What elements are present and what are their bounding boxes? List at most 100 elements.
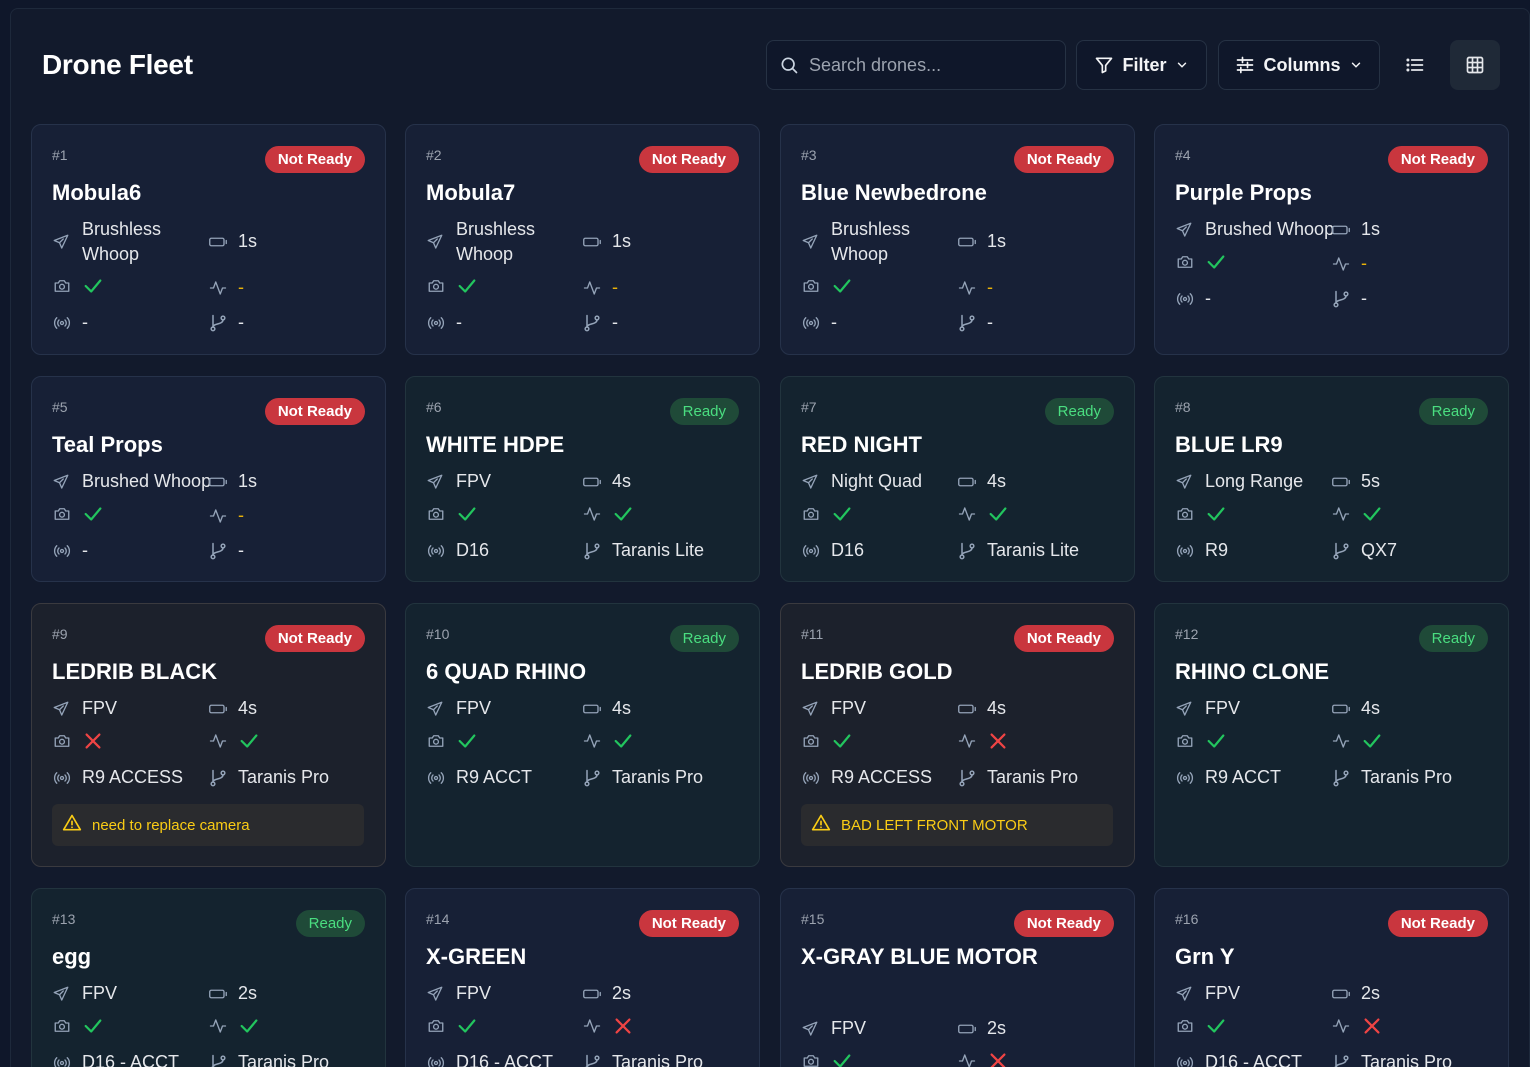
radio-value: - xyxy=(238,540,244,560)
receiver-field: - xyxy=(801,310,837,335)
drone-name: RHINO CLONE xyxy=(1175,659,1329,684)
drone-card[interactable]: #11 Not Ready LEDRIB GOLD FPV 4s R9 ACCESS Tar… xyxy=(780,603,1135,867)
camera-field xyxy=(801,1050,861,1067)
receiver-value: D16 - ACCT xyxy=(1205,1052,1303,1067)
video-field xyxy=(957,1050,1017,1067)
search-box[interactable] xyxy=(766,40,1066,90)
radio-value: Taranis Pro xyxy=(238,1052,330,1067)
drone-card[interactable]: #1 Not Ready Mobula6 Brushless Whoop 1s - - - xyxy=(31,124,386,355)
maintenance-note: BAD LEFT FRONT MOTOR xyxy=(801,804,1113,846)
video-signal-icon xyxy=(1331,505,1361,523)
check-icon xyxy=(456,730,486,752)
camera-field xyxy=(1175,503,1235,525)
battery-value: 1s xyxy=(612,231,632,251)
status-badge: Not Ready xyxy=(1013,910,1114,937)
status-badge: Ready xyxy=(295,910,365,937)
radio-field: Taranis Lite xyxy=(582,538,704,563)
battery-value: 2s xyxy=(612,983,632,1003)
video-value: - xyxy=(238,505,244,525)
radio-value: - xyxy=(238,312,244,332)
list-view-button[interactable] xyxy=(1390,40,1440,90)
type-field: FPV xyxy=(1175,981,1240,1006)
battery-value: 4s xyxy=(987,698,1007,718)
receiver-value: - xyxy=(82,312,88,332)
drone-card[interactable]: #14 Not Ready X-GREEN FPV 2s D16 - ACCT Tarani… xyxy=(405,888,760,1067)
receiver-value: D16 - ACCT xyxy=(82,1052,180,1067)
drone-card[interactable]: #15Not ReadyX-GRAY BLUE MOTORFPV2sD16 - … xyxy=(780,888,1135,1067)
video-value: - xyxy=(987,277,993,297)
search-icon xyxy=(781,57,798,74)
check-icon xyxy=(456,275,486,297)
drone-card[interactable]: #9 Not Ready LEDRIB BLACK FPV 4s R9 ACCESS Tar… xyxy=(31,603,386,867)
radio-field: - xyxy=(1331,286,1367,311)
receiver-field: R9 xyxy=(1175,538,1228,563)
drone-type-icon xyxy=(52,473,82,491)
radio-field: - xyxy=(957,310,993,335)
status-badge: Not Ready xyxy=(1013,146,1114,173)
battery-icon xyxy=(582,233,612,251)
type-field: FPV xyxy=(801,696,866,721)
radio-field: Taranis Lite xyxy=(957,538,1079,563)
drone-card[interactable]: #8 Ready BLUE LR9 Long Range 5s R9 QX7 xyxy=(1154,376,1509,582)
drone-name: Teal Props xyxy=(52,432,163,457)
camera-icon xyxy=(801,505,831,523)
filter-button[interactable]: Filter xyxy=(1076,40,1207,90)
drone-card[interactable]: #16 Not Ready Grn Y FPV 2s D16 - ACCT Taranis … xyxy=(1154,888,1509,1067)
drone-card[interactable]: #10 Ready 6 QUAD RHINO FPV 4s R9 ACCT Taranis … xyxy=(405,603,760,867)
video-signal-icon xyxy=(957,279,987,297)
battery-field: 4s xyxy=(582,469,631,494)
radio-transmitter-icon xyxy=(582,1053,612,1067)
battery-field: 2s xyxy=(1331,981,1380,1006)
drone-card[interactable]: #13 Ready egg FPV 2s D16 - ACCT Taranis Pro xyxy=(31,888,386,1067)
drone-card[interactable]: #7 Ready RED NIGHT Night Quad 4s D16 Taranis L… xyxy=(780,376,1135,582)
video-field xyxy=(208,730,268,752)
battery-icon xyxy=(957,473,987,491)
drone-card[interactable]: #6 Ready WHITE HDPE FPV 4s D16 Taranis Lite xyxy=(405,376,760,582)
radio-value: - xyxy=(612,312,618,332)
camera-field xyxy=(1175,730,1235,752)
list-icon xyxy=(1406,58,1424,72)
receiver-icon xyxy=(52,542,82,560)
drone-name: Purple Props xyxy=(1175,180,1312,205)
camera-field xyxy=(52,275,112,297)
drone-card[interactable]: #2 Not Ready Mobula7 Brushless Whoop 1s - - - xyxy=(405,124,760,355)
battery-field: 2s xyxy=(208,981,257,1006)
columns-button[interactable]: Columns xyxy=(1218,40,1380,90)
video-signal-icon xyxy=(208,732,238,750)
radio-value: Taranis Pro xyxy=(1361,767,1453,787)
grid-view-button[interactable] xyxy=(1450,40,1500,90)
type-value: FPV xyxy=(1205,983,1241,1003)
camera-field xyxy=(52,730,112,752)
camera-field xyxy=(426,503,486,525)
battery-value: 1s xyxy=(987,231,1007,251)
check-icon xyxy=(1205,1015,1235,1037)
drone-card[interactable]: #3 Not Ready Blue Newbedrone Brushless Whoo… xyxy=(780,124,1135,355)
type-value: Night Quad xyxy=(831,471,923,491)
battery-icon xyxy=(208,233,238,251)
drone-card[interactable]: #4 Not Ready Purple Props Brushed Whoop 1s - -… xyxy=(1154,124,1509,355)
video-field xyxy=(1331,730,1391,752)
radio-transmitter-icon xyxy=(582,541,612,561)
check-icon xyxy=(987,503,1017,525)
radio-value: Taranis Pro xyxy=(612,1052,704,1067)
check-icon xyxy=(82,275,112,297)
camera-field xyxy=(426,1015,486,1037)
check-icon xyxy=(1205,251,1235,273)
drone-name: WHITE HDPE xyxy=(426,432,565,457)
drone-type-icon xyxy=(801,1020,831,1038)
receiver-value: - xyxy=(82,540,88,560)
type-value: FPV xyxy=(456,471,492,491)
radio-transmitter-icon xyxy=(1331,541,1361,561)
status-badge: Ready xyxy=(1418,398,1488,425)
sliders-icon xyxy=(1237,56,1254,74)
drone-number: #7 xyxy=(801,399,817,415)
search-input[interactable] xyxy=(809,54,1049,76)
battery-value: 4s xyxy=(612,471,632,491)
drone-card[interactable]: #12 Ready RHINO CLONE FPV 4s R9 ACCT Taranis P… xyxy=(1154,603,1509,867)
camera-icon xyxy=(801,732,831,750)
battery-icon xyxy=(957,1020,987,1038)
battery-value: 2s xyxy=(1361,983,1381,1003)
drone-name: LEDRIB GOLD xyxy=(801,659,953,684)
drone-card[interactable]: #5 Not Ready Teal Props Brushed Whoop 1s - - - xyxy=(31,376,386,582)
type-field: Brushless Whoop xyxy=(801,217,931,267)
